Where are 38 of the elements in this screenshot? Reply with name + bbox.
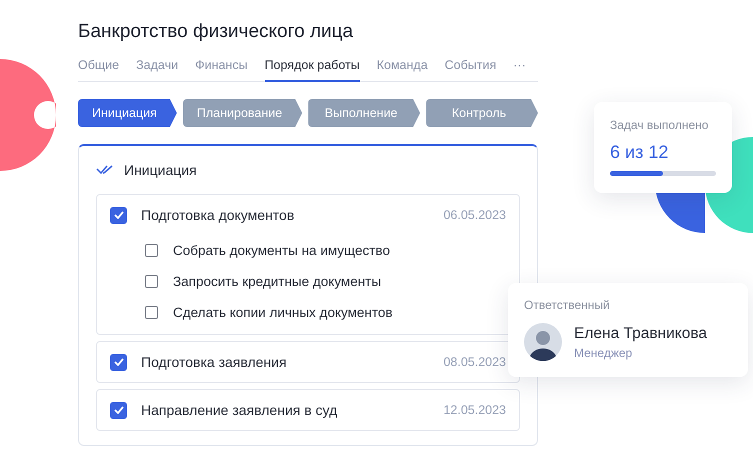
checkbox[interactable] xyxy=(145,275,158,288)
subtask-label: Сделать копии личных документов xyxy=(173,305,393,320)
person-role: Менеджер xyxy=(574,346,634,360)
task-date: 06.05.2023 xyxy=(443,208,506,222)
subtask-label: Собрать документы на имущество xyxy=(173,243,390,258)
checkbox[interactable] xyxy=(110,354,127,370)
stage-step[interactable]: Выполнение xyxy=(308,99,420,127)
task-label: Направление заявления в суд xyxy=(141,402,338,418)
tab[interactable]: Команда xyxy=(376,54,428,82)
task-label: Подготовка документов xyxy=(141,207,296,223)
responsible-label: Ответственный xyxy=(524,298,611,312)
tab[interactable]: Порядок работы xyxy=(264,54,360,82)
progress-label: Задач выполнено xyxy=(610,118,710,132)
subtask-label: Запросить кредитные документы xyxy=(173,274,382,289)
avatar-icon xyxy=(524,323,562,361)
task-date: 12.05.2023 xyxy=(443,403,506,417)
tab[interactable]: События xyxy=(444,54,496,82)
checkbox[interactable] xyxy=(110,206,127,224)
tab[interactable]: ··· xyxy=(513,54,526,82)
stage-step[interactable]: Планирование xyxy=(182,99,302,127)
stage-step[interactable]: Контроль xyxy=(426,99,538,127)
checkbox[interactable] xyxy=(145,306,158,319)
checkmark-icon xyxy=(114,211,124,219)
page-title: Банкротство физического лица xyxy=(78,20,354,44)
task-label: Подготовка заявления xyxy=(141,354,288,370)
double-check-icon xyxy=(96,165,114,175)
stage-step[interactable]: Инициация xyxy=(78,99,177,127)
checkbox[interactable] xyxy=(145,244,158,257)
panel-title: Инициация xyxy=(124,162,197,178)
checkmark-icon xyxy=(114,358,124,366)
progress-value: 6 из 12 xyxy=(610,142,670,163)
tab[interactable]: Финансы xyxy=(195,54,248,82)
task-date: 08.05.2023 xyxy=(443,355,506,369)
checkmark-icon xyxy=(114,406,124,414)
tab[interactable]: Общие xyxy=(78,54,120,82)
tab[interactable]: Задачи xyxy=(136,54,178,82)
person-name: Елена Травникова xyxy=(574,324,708,342)
checkbox[interactable] xyxy=(110,402,127,418)
